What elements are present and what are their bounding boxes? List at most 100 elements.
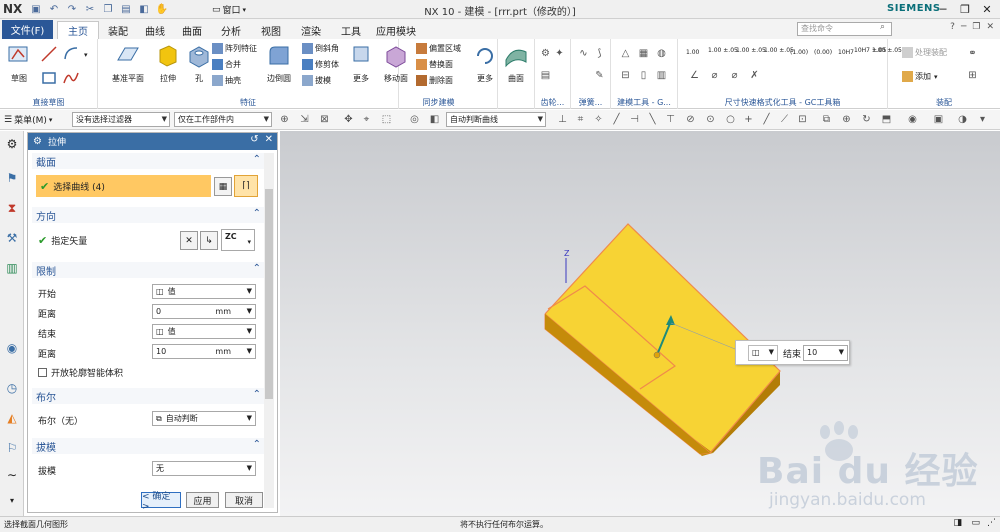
save-icon[interactable]: ▣ bbox=[28, 2, 44, 17]
status-grip-icon[interactable]: ⋰ bbox=[987, 518, 996, 528]
part-navigator-icon[interactable]: ⚒ bbox=[3, 229, 21, 247]
curve-select-button[interactable]: ⌈⌉ bbox=[234, 175, 258, 197]
draft-dropdown[interactable]: 无 ▼ bbox=[152, 461, 256, 476]
unite-button[interactable]: 合并 bbox=[212, 59, 241, 70]
sketch-arc-tool[interactable] bbox=[62, 45, 80, 63]
more-resources-icon[interactable]: ▾ bbox=[3, 491, 21, 509]
dim-format-button[interactable]: 1.00 bbox=[686, 49, 699, 56]
window-menu[interactable]: ▭ 窗口 ▾ bbox=[212, 3, 246, 17]
shell-button[interactable]: 抽壳 bbox=[212, 75, 241, 86]
restore-ribbon-icon[interactable]: ❐ bbox=[972, 22, 980, 32]
spring-icon[interactable]: ∿ bbox=[577, 47, 590, 60]
ok-button[interactable]: < 确定 > bbox=[141, 492, 181, 512]
touch-mode-icon[interactable]: ✋ bbox=[154, 2, 170, 17]
gear-tool-icon[interactable]: ✦ bbox=[553, 47, 566, 60]
hole-button[interactable]: 孔 bbox=[186, 42, 212, 84]
ruler-icon[interactable]: ⊟ bbox=[619, 69, 632, 82]
sphere-icon[interactable]: ◍ bbox=[655, 47, 668, 60]
orient-view-icon[interactable]: ⬒ bbox=[880, 113, 893, 126]
close-icon[interactable]: ✕ bbox=[265, 134, 273, 145]
curve-rule-dropdown[interactable]: 自动判断曲线 ▼ bbox=[446, 112, 546, 127]
constraint-icon[interactable]: ⚭ bbox=[966, 47, 979, 60]
tab-applications[interactable]: 应用模块 bbox=[372, 21, 420, 39]
popup-type-dropdown[interactable]: ◫ ▼ bbox=[748, 345, 778, 361]
tab-curve[interactable]: 曲线 bbox=[138, 21, 172, 39]
work-layer-icon[interactable]: ▣ bbox=[932, 113, 945, 126]
feature-more-button[interactable]: 更多 bbox=[348, 42, 374, 84]
constraint-navigator-icon[interactable]: ⧗ bbox=[3, 199, 21, 217]
minimize-icon[interactable]: ─ bbox=[932, 1, 954, 17]
snap-existing-icon[interactable]: + bbox=[742, 113, 755, 126]
command-search-input[interactable]: 查找命令 bbox=[797, 22, 892, 36]
hd3d-tools-icon[interactable]: ◉ bbox=[3, 339, 21, 357]
menu-button[interactable]: ☰ 菜单(M) ▾ bbox=[4, 113, 52, 127]
cut-icon[interactable]: ✂ bbox=[82, 2, 98, 17]
dialog-scrollbar[interactable] bbox=[264, 153, 274, 508]
settings-icon[interactable]: ⚙ bbox=[3, 135, 21, 153]
extrude-button[interactable]: 拉伸 bbox=[155, 42, 181, 84]
scrollbar-thumb[interactable] bbox=[265, 189, 273, 399]
pattern-feature-button[interactable]: 阵列特征 bbox=[212, 43, 257, 54]
dim-format-button[interactable]: (1.00) bbox=[790, 49, 808, 56]
reset-icon[interactable]: ↺ bbox=[250, 134, 258, 145]
snap-midpoint-icon[interactable]: ⊣ bbox=[628, 113, 641, 126]
select-curve-row[interactable]: ✔ 选择曲线 (4) bbox=[36, 175, 211, 197]
start-type-dropdown[interactable]: ◫ 值 ▼ bbox=[152, 284, 256, 299]
tab-assembly[interactable]: 装配 bbox=[101, 21, 135, 39]
sketch-line-tool[interactable] bbox=[40, 45, 58, 63]
offset-region-button[interactable]: 偏置区域 bbox=[416, 43, 461, 54]
section-header-section[interactable]: 截面 ⌃ bbox=[32, 153, 264, 169]
dim-format-button[interactable]: (0.00) bbox=[814, 49, 832, 56]
chamfer-button[interactable]: 倒斜角 bbox=[302, 43, 339, 54]
tab-analysis[interactable]: 分析 bbox=[212, 21, 250, 39]
cancel-button[interactable]: 取消 bbox=[225, 492, 263, 508]
gear-table-icon[interactable]: ▤ bbox=[539, 69, 552, 82]
open-profile-checkbox[interactable] bbox=[38, 368, 47, 377]
assembly-more-icon[interactable]: ⊞ bbox=[966, 69, 979, 82]
assembly-navigator-icon[interactable]: ⚑ bbox=[3, 169, 21, 187]
spring-edit-icon[interactable]: ✎ bbox=[593, 69, 606, 82]
snap-control-icon[interactable]: ╲ bbox=[646, 113, 659, 126]
tab-home[interactable]: 主页 bbox=[57, 21, 99, 39]
tab-surface[interactable]: 曲面 bbox=[175, 21, 209, 39]
help-icon[interactable]: ? bbox=[950, 22, 955, 32]
tab-file[interactable]: 文件(F) bbox=[2, 20, 53, 39]
sketch-button[interactable]: 草图 bbox=[6, 42, 32, 84]
minimize-ribbon-icon[interactable]: ─ bbox=[961, 22, 966, 32]
section-header-limits[interactable]: 限制 ⌃ bbox=[32, 262, 264, 278]
status-window-icon[interactable]: ▭ bbox=[971, 518, 980, 528]
move-face-button[interactable]: 移动面 bbox=[383, 42, 409, 84]
datum-plane-button[interactable]: 基准平面 bbox=[112, 42, 144, 84]
sync-more-button[interactable]: 更多 bbox=[472, 42, 498, 84]
close-part-icon[interactable]: ✕ bbox=[986, 22, 994, 32]
sketch-section-button[interactable]: ▦ bbox=[214, 177, 232, 196]
dim-format-button[interactable]: 10H7 bbox=[838, 49, 854, 56]
render-style-icon[interactable]: ◉ bbox=[906, 113, 919, 126]
select-all-icon[interactable]: ⊠ bbox=[318, 113, 331, 126]
box-select-icon[interactable]: ⬚ bbox=[380, 113, 393, 126]
start-distance-input[interactable]: 0 mm ▼ bbox=[152, 304, 256, 319]
zoom-icon[interactable]: ⊕ bbox=[840, 113, 853, 126]
selection-scope-dropdown[interactable]: 仅在工作部件内 ▼ bbox=[174, 112, 272, 127]
tab-tools[interactable]: 工具 bbox=[332, 21, 370, 39]
process-studio-icon[interactable]: ⚐ bbox=[3, 439, 21, 457]
boolean-dropdown[interactable]: ⧉ 自动判断 ▼ bbox=[152, 411, 256, 426]
process-assembly-button[interactable]: 处理装配 bbox=[902, 47, 947, 58]
trim-body-button[interactable]: 修剪体 bbox=[302, 59, 339, 70]
replace-face-button[interactable]: 替换面 bbox=[416, 59, 453, 70]
copy-icon[interactable]: ❐ bbox=[100, 2, 116, 17]
section-header-direction[interactable]: 方向 ⌃ bbox=[32, 207, 264, 223]
end-distance-input[interactable]: 10 mm ▼ bbox=[152, 344, 256, 359]
toolbar-options-icon[interactable]: ▾ bbox=[976, 113, 989, 126]
snap-tangent-icon[interactable]: ╱ bbox=[760, 113, 773, 126]
reuse-library-icon[interactable]: ▥ bbox=[3, 259, 21, 277]
move-icon[interactable]: ✥ bbox=[342, 113, 355, 126]
snap-icon[interactable]: ⇲ bbox=[298, 113, 311, 126]
snap-arc-center-icon[interactable]: ✧ bbox=[592, 113, 605, 126]
angle-dim-icon[interactable]: ∠ bbox=[688, 69, 701, 82]
apply-button[interactable]: 应用 bbox=[186, 492, 219, 508]
roles-icon[interactable]: ∼ bbox=[3, 466, 21, 484]
history-icon[interactable]: ◷ bbox=[3, 379, 21, 397]
undo-icon[interactable]: ↶ bbox=[46, 2, 62, 17]
chevron-down-icon[interactable]: ▾ bbox=[84, 51, 88, 59]
